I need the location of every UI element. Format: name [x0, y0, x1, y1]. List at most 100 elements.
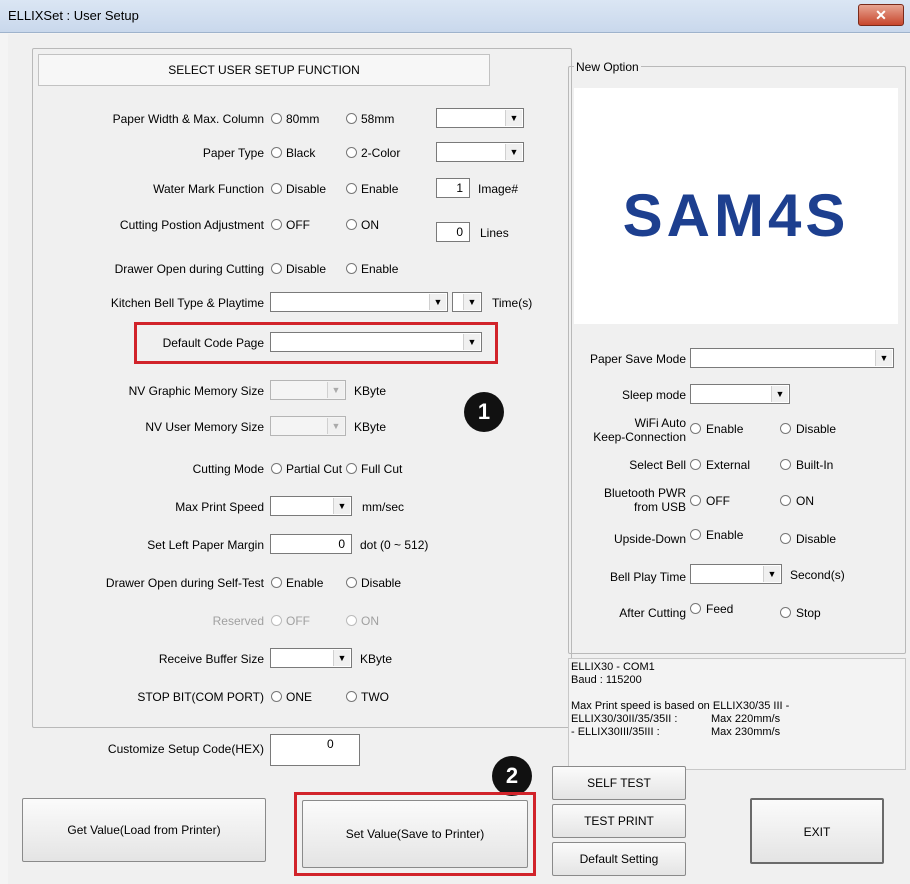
- chevron-down-icon: ▼: [463, 334, 480, 350]
- default-setting-button[interactable]: Default Setting: [552, 842, 686, 876]
- close-button[interactable]: ✕: [858, 4, 904, 26]
- desktop-background: ELLIXSet : User Setup ✕ SELECT USER SETU…: [0, 0, 910, 884]
- chevron-down-icon: ▼: [333, 650, 350, 666]
- reserved-off-radio[interactable]: [271, 615, 282, 626]
- bell-external-radio[interactable]: [690, 459, 701, 470]
- sam4s-logo: SAM4S: [623, 182, 850, 249]
- exit-button[interactable]: EXIT: [750, 798, 884, 864]
- wifi-disable-radio[interactable]: [780, 423, 791, 434]
- customize-field[interactable]: 0: [270, 734, 360, 766]
- annotation-marker-2: 2: [492, 756, 532, 796]
- water-mark-enable-radio[interactable]: [346, 183, 357, 194]
- left-margin-label: Set Left Paper Margin: [147, 538, 264, 552]
- self-test-button[interactable]: SELF TEST: [552, 766, 686, 800]
- chevron-down-icon: ▼: [327, 418, 344, 434]
- nv-graphic-label: NV Graphic Memory Size: [128, 384, 264, 398]
- info-model-b: - ELLIX30III/35III :: [571, 726, 660, 738]
- get-value-button[interactable]: Get Value(Load from Printer): [22, 798, 266, 862]
- water-mark-disable-radio[interactable]: [271, 183, 282, 194]
- title-bar: ELLIXSet : User Setup ✕: [0, 0, 910, 33]
- stop-bit-two-radio[interactable]: [346, 691, 357, 702]
- wifi-enable-label: Enable: [706, 422, 744, 436]
- chevron-down-icon: ▼: [429, 294, 446, 310]
- connection-info-panel: ELLIX30 - COM1 Baud : 115200 Max Print s…: [568, 658, 906, 770]
- test-print-button[interactable]: TEST PRINT: [552, 804, 686, 838]
- annotation-marker-1: 1: [464, 392, 504, 432]
- bell-time-label: Bell Play Time: [609, 570, 686, 584]
- upside-enable-radio[interactable]: [690, 529, 701, 540]
- max-speed-combo[interactable]: ▼: [270, 496, 352, 516]
- chevron-down-icon: ▼: [327, 382, 344, 398]
- partial-cut-radio[interactable]: [271, 463, 282, 474]
- after-cut-feed-label: Feed: [706, 602, 734, 616]
- bell-builtin-label: Built-In: [796, 458, 834, 472]
- stop-bit-two-label: TWO: [361, 690, 389, 704]
- wifi-enable-radio[interactable]: [690, 423, 701, 434]
- nv-user-unit: KByte: [354, 420, 387, 434]
- cutting-lines-field[interactable]: 0: [436, 222, 470, 242]
- chevron-down-icon: ▼: [333, 498, 350, 514]
- chevron-down-icon: ▼: [771, 386, 788, 402]
- bell-external-label: External: [706, 458, 751, 472]
- code-page-combo[interactable]: ▼: [270, 332, 482, 352]
- bell-builtin-radio[interactable]: [780, 459, 791, 470]
- bt-on-radio[interactable]: [780, 495, 791, 506]
- image-number-field[interactable]: 1: [436, 178, 470, 198]
- chevron-down-icon: ▼: [505, 110, 522, 126]
- paper-type-black-label: Black: [286, 146, 316, 160]
- drawer-cutting-disable-radio[interactable]: [271, 263, 282, 274]
- cutting-position-on-radio[interactable]: [346, 219, 357, 230]
- drawer-selftest-disable-radio[interactable]: [346, 577, 357, 588]
- paper-type-combo[interactable]: ▼: [436, 142, 524, 162]
- full-cut-radio[interactable]: [346, 463, 357, 474]
- paper-save-combo[interactable]: ▼: [690, 348, 894, 368]
- paper-width-80mm-radio[interactable]: [271, 113, 282, 124]
- window-title: ELLIXSet : User Setup: [8, 8, 139, 23]
- left-margin-field[interactable]: 0: [270, 534, 352, 554]
- sleep-mode-label: Sleep mode: [621, 388, 686, 402]
- after-cut-feed-radio[interactable]: [690, 603, 701, 614]
- stop-bit-one-label: ONE: [286, 690, 313, 704]
- paper-type-2color-radio[interactable]: [346, 147, 357, 158]
- kitchen-bell-type-combo[interactable]: ▼: [270, 292, 448, 312]
- kitchen-bell-time-combo[interactable]: ▼: [452, 292, 482, 312]
- paper-type-2color-label: 2-Color: [361, 146, 401, 160]
- image-number-unit: Image#: [478, 182, 519, 196]
- nv-graphic-combo[interactable]: ▼: [270, 380, 346, 400]
- drawer-cutting-enable-radio[interactable]: [346, 263, 357, 274]
- set-value-button[interactable]: Set Value(Save to Printer): [302, 800, 528, 868]
- rx-buffer-unit: KByte: [360, 652, 393, 666]
- cutting-position-off-radio[interactable]: [271, 219, 282, 230]
- user-setup-dialog: SELECT USER SETUP FUNCTION Paper Width &…: [8, 34, 910, 884]
- paper-width-80mm-label: 80mm: [286, 112, 320, 126]
- sleep-mode-combo[interactable]: ▼: [690, 384, 790, 404]
- after-cutting-label: After Cutting: [619, 606, 686, 620]
- rx-buffer-combo[interactable]: ▼: [270, 648, 352, 668]
- bluetooth-pwr-label: Bluetooth PWR from USB: [548, 486, 686, 514]
- paper-width-label: Paper Width & Max. Column: [112, 112, 264, 126]
- drawer-selftest-enable-radio[interactable]: [271, 577, 282, 588]
- full-cut-label: Full Cut: [361, 462, 403, 476]
- chevron-down-icon: ▼: [875, 350, 892, 366]
- drawer-cutting-disable-label: Disable: [286, 262, 327, 276]
- bell-time-combo[interactable]: ▼: [690, 564, 782, 584]
- drawer-cutting-enable-label: Enable: [361, 262, 399, 276]
- stop-bit-one-radio[interactable]: [271, 691, 282, 702]
- section-header: SELECT USER SETUP FUNCTION: [38, 54, 490, 86]
- bell-time-unit: Second(s): [790, 568, 845, 582]
- reserved-on-radio[interactable]: [346, 615, 357, 626]
- bt-label-line1: Bluetooth PWR: [603, 486, 686, 500]
- logo-text: SAM4S: [623, 182, 850, 249]
- max-column-combo[interactable]: ▼: [436, 108, 524, 128]
- nv-user-combo[interactable]: ▼: [270, 416, 346, 436]
- paper-type-black-radio[interactable]: [271, 147, 282, 158]
- reserved-off-label: OFF: [286, 614, 310, 628]
- chevron-down-icon: ▼: [763, 566, 780, 582]
- after-cut-stop-radio[interactable]: [780, 607, 791, 618]
- cutting-position-label: Cutting Postion Adjustment: [119, 218, 264, 232]
- paper-width-58mm-radio[interactable]: [346, 113, 357, 124]
- upside-disable-radio[interactable]: [780, 533, 791, 544]
- bt-off-radio[interactable]: [690, 495, 701, 506]
- water-mark-label: Water Mark Function: [153, 182, 264, 196]
- reserved-on-label: ON: [361, 614, 379, 628]
